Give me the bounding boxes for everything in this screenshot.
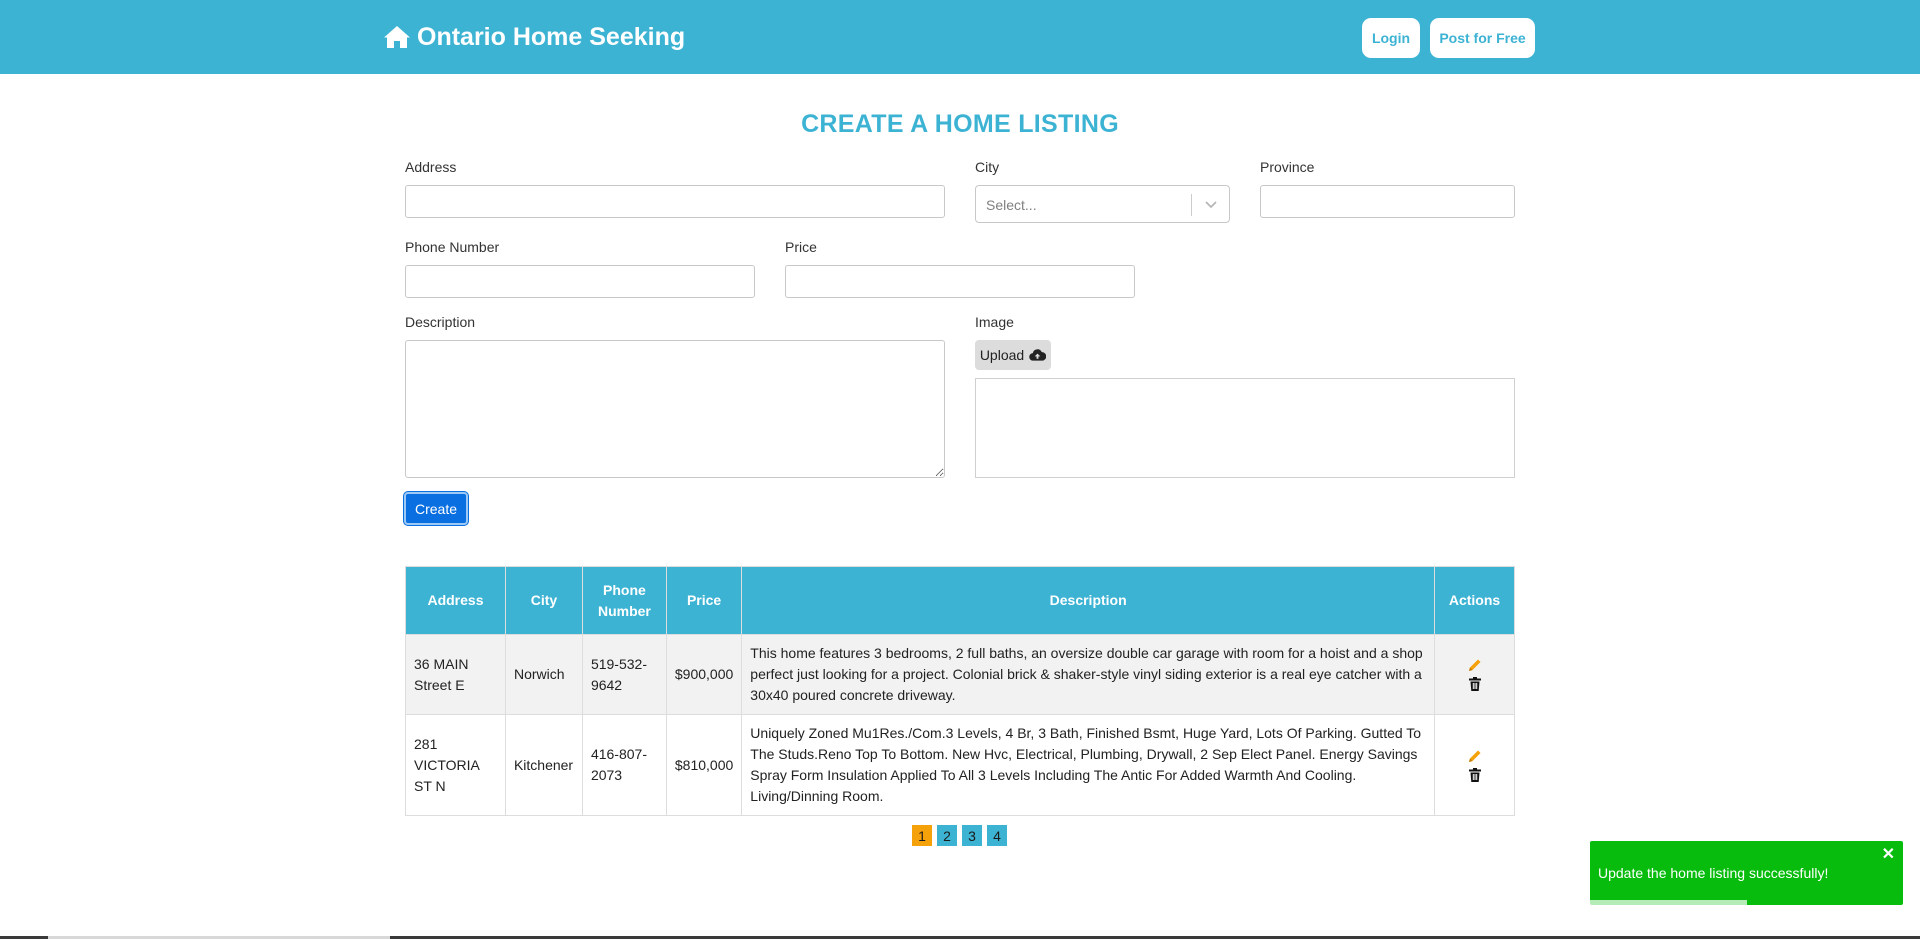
select-separator <box>1191 194 1192 216</box>
page-title: CREATE A HOME LISTING <box>801 110 1119 138</box>
page-4-button[interactable]: 4 <box>987 825 1007 846</box>
brand-link[interactable]: Ontario Home Seeking <box>383 22 685 52</box>
province-input[interactable] <box>1260 185 1515 218</box>
table-row: 281 VICTORIA ST N Kitchener 416-807-2073… <box>405 714 1515 816</box>
description-textarea[interactable] <box>405 340 945 478</box>
phone-label: Phone Number <box>405 239 500 255</box>
table-row: 36 MAIN Street E Norwich 519-532-9642 $9… <box>405 634 1515 715</box>
cell-actions <box>1434 634 1515 715</box>
page-2-button[interactable]: 2 <box>937 825 957 846</box>
city-select-placeholder: Select... <box>986 197 1037 213</box>
home-icon <box>384 26 410 48</box>
image-label: Image <box>975 314 1014 330</box>
success-toast[interactable]: Update the home listing successfully! ✕ <box>1590 841 1903 905</box>
cell-city: Norwich <box>504 634 583 715</box>
cell-address: 281 VICTORIA ST N <box>405 714 506 816</box>
price-label: Price <box>785 239 817 255</box>
pencil-icon[interactable] <box>1467 657 1483 673</box>
header-phone: Phone Number <box>581 566 667 635</box>
page-1-button[interactable]: 1 <box>912 825 932 846</box>
table-header-row: Address City Phone Number Price Descript… <box>405 566 1515 635</box>
cell-description: This home features 3 bedrooms, 2 full ba… <box>741 634 1435 715</box>
image-preview-area <box>975 378 1515 478</box>
chevron-down-icon[interactable] <box>1203 198 1219 212</box>
post-for-free-button[interactable]: Post for Free <box>1430 18 1535 58</box>
header-actions: Actions <box>1434 566 1515 635</box>
address-input[interactable] <box>405 185 945 218</box>
listings-table: Address City Phone Number Price Descript… <box>405 566 1515 816</box>
header-description: Description <box>741 566 1435 635</box>
cell-city: Kitchener <box>504 714 583 816</box>
close-icon[interactable]: ✕ <box>1882 847 1895 863</box>
cell-description: Uniquely Zoned Mu1Res./Com.3 Levels, 4 B… <box>741 714 1435 816</box>
city-select[interactable]: Select... <box>975 185 1230 223</box>
header-price: Price <box>665 566 743 635</box>
cell-price: $900,000 <box>665 634 743 715</box>
upload-button[interactable]: Upload <box>975 340 1051 370</box>
create-button[interactable]: Create <box>404 492 468 525</box>
pencil-icon[interactable] <box>1467 748 1483 764</box>
login-button[interactable]: Login <box>1362 18 1420 58</box>
description-label: Description <box>405 314 476 330</box>
address-label: Address <box>405 159 457 175</box>
cell-address: 36 MAIN Street E <box>405 634 506 715</box>
cloud-upload-icon <box>1029 349 1047 361</box>
toast-progress-track <box>1590 900 1903 905</box>
pagination: 1 2 3 4 <box>912 825 1007 846</box>
header-address: Address <box>405 566 506 635</box>
toast-progress-bar <box>1590 900 1747 905</box>
phone-input[interactable] <box>405 265 755 298</box>
trash-icon[interactable] <box>1467 676 1483 692</box>
cell-actions <box>1434 714 1515 816</box>
brand-name: Ontario Home Seeking <box>417 22 686 51</box>
page-3-button[interactable]: 3 <box>962 825 982 846</box>
cell-phone: 416-807-2073 <box>581 714 667 816</box>
header-city: City <box>504 566 583 635</box>
trash-icon[interactable] <box>1467 767 1483 783</box>
cell-phone: 519-532-9642 <box>581 634 667 715</box>
top-navbar: Ontario Home Seeking Login Post for Free <box>0 0 1920 74</box>
price-input[interactable] <box>785 265 1135 298</box>
toast-message: Update the home listing successfully! <box>1598 865 1829 881</box>
cell-price: $810,000 <box>665 714 743 816</box>
province-label: Province <box>1260 159 1315 175</box>
city-label: City <box>975 159 1000 175</box>
upload-label: Upload <box>979 347 1025 363</box>
